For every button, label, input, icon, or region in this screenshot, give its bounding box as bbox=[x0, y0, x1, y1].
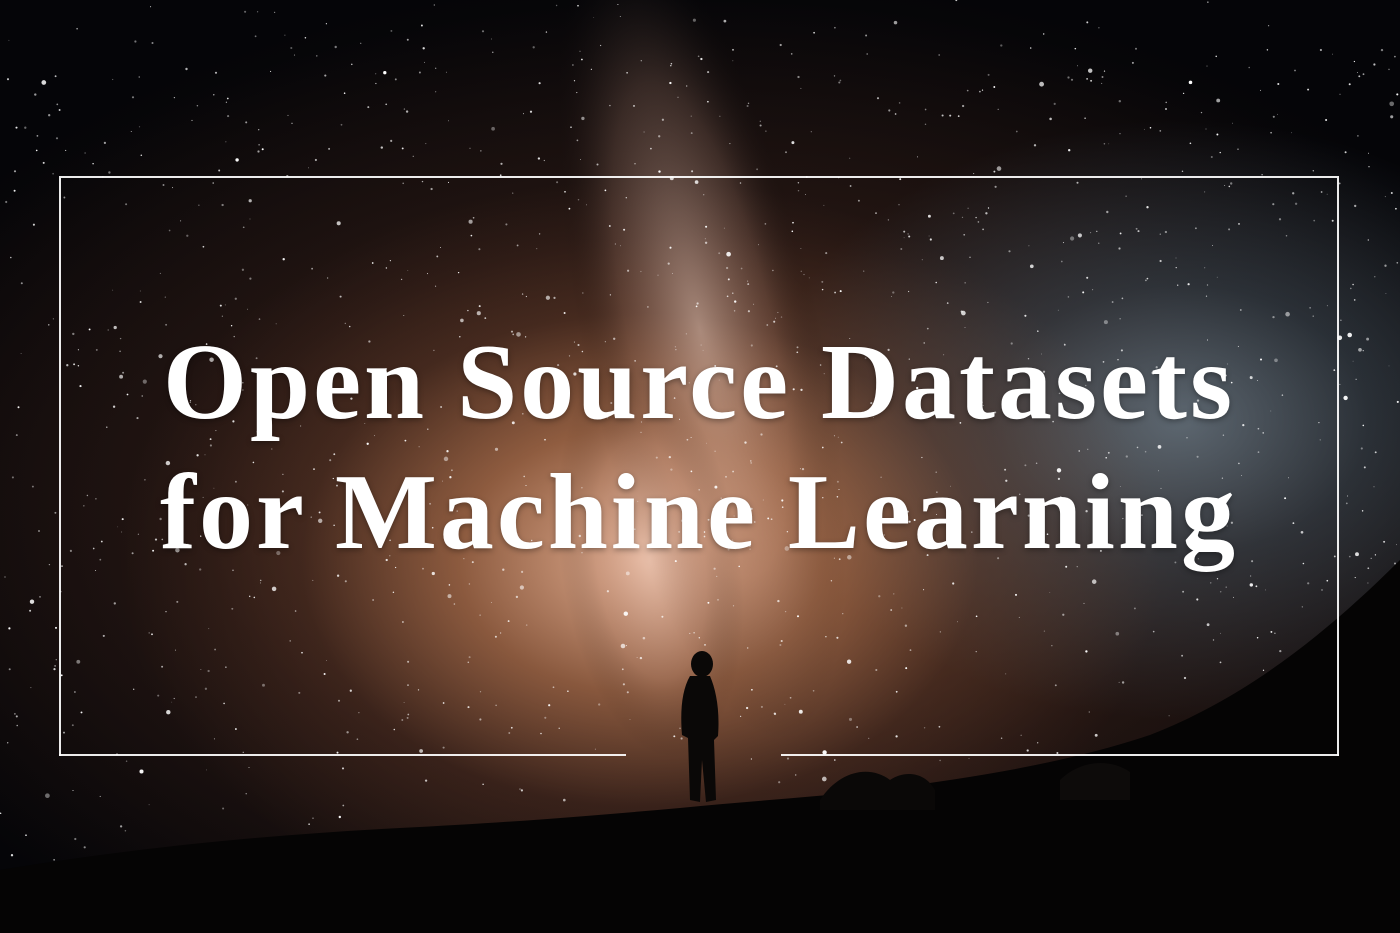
title-frame-bottom-right bbox=[781, 754, 1339, 756]
title-line-1: Open Source Datasets bbox=[163, 323, 1235, 442]
page-title: Open Source Datasets for Machine Learnin… bbox=[59, 318, 1339, 578]
title-line-2: for Machine Learning bbox=[160, 453, 1238, 572]
starry-sky-background: Open Source Datasets for Machine Learnin… bbox=[0, 0, 1400, 933]
title-frame-bottom-left bbox=[59, 754, 626, 756]
